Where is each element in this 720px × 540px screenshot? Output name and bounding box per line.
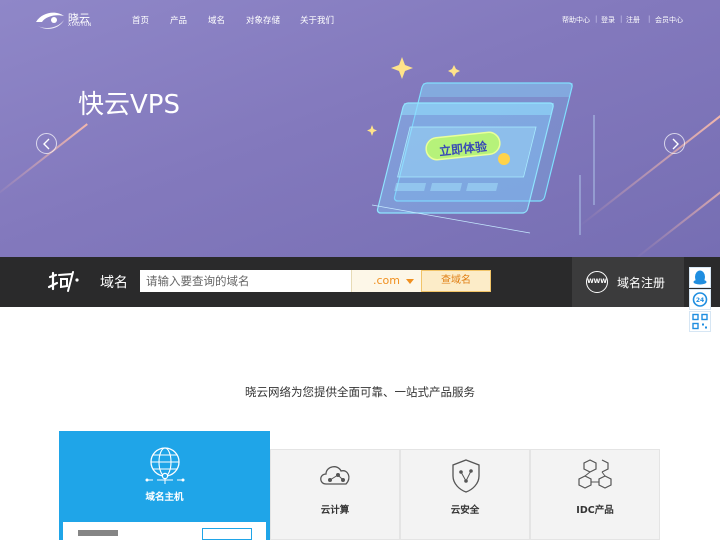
chevron-right-icon: [672, 138, 679, 150]
service-card-cloud-security[interactable]: 云安全: [400, 449, 530, 540]
light-streak: [634, 172, 720, 257]
carousel-prev-button[interactable]: [36, 133, 57, 154]
top-navigation: 晓云 XIAOYUN 首页 产品 域名 对象存储 关于我们 帮助中心 | 登录 …: [0, 0, 720, 36]
nav-about[interactable]: 关于我们: [300, 14, 334, 26]
domain-calligraphy-icon: [47, 271, 79, 292]
util-separator: |: [648, 15, 651, 23]
service-cards: 云计算 云安全 IDC产品 域名主机: [58, 431, 660, 540]
services-heading: 晓云网络为您提供全面可靠、一站式产品服务: [245, 385, 475, 399]
util-separator: |: [595, 15, 598, 23]
nav-object-storage[interactable]: 对象存储: [246, 14, 280, 26]
qq-button[interactable]: [689, 267, 711, 288]
carousel-next-button[interactable]: [664, 133, 685, 154]
service-card-idc[interactable]: IDC产品: [530, 449, 660, 540]
support-24h-button[interactable]: 24: [689, 289, 711, 310]
chevron-left-icon: [43, 138, 50, 150]
domain-suffix-select[interactable]: .com: [351, 270, 421, 292]
shield-icon: [452, 459, 480, 493]
domain-register-label: 域名注册: [617, 276, 666, 290]
cloud-network-icon: [320, 466, 350, 485]
cubes-icon: [578, 459, 612, 489]
service-label: IDC产品: [576, 505, 614, 516]
qrcode-button[interactable]: [689, 311, 711, 332]
domain-search-input[interactable]: [140, 270, 351, 292]
www-icon: WWW: [586, 271, 608, 293]
chevron-down-icon: [406, 279, 414, 284]
service-card-domain-hosting[interactable]: 域名主机: [59, 431, 270, 540]
qrcode-icon: [692, 313, 708, 330]
globe-network-icon: [145, 447, 185, 484]
nav-domains[interactable]: 域名: [208, 14, 225, 26]
search-domain-button[interactable]: 查域名: [421, 270, 491, 292]
nav-products[interactable]: 产品: [170, 14, 187, 26]
service-label: 域名主机: [145, 492, 184, 503]
domain-register-button[interactable]: WWW 域名注册: [572, 257, 684, 307]
service-label: 云安全: [450, 505, 480, 516]
hero-banner: 晓云 XIAOYUN 首页 产品 域名 对象存储 关于我们 帮助中心 | 登录 …: [0, 0, 720, 257]
nav-home[interactable]: 首页: [132, 14, 149, 26]
domain-label: 域名: [100, 275, 128, 291]
xiaoyun-logo-icon: [36, 12, 64, 29]
support-24h-icon: 24: [692, 292, 708, 307]
util-register[interactable]: 注册: [626, 15, 640, 25]
brand-tagline: XIAOYUN: [68, 23, 92, 28]
hero-title: 快云VPS: [78, 90, 180, 120]
util-help[interactable]: 帮助中心: [562, 15, 590, 25]
util-member-center[interactable]: 会员中心: [655, 15, 683, 25]
util-login[interactable]: 登录: [601, 15, 615, 25]
subpanel-text: [78, 530, 118, 536]
service-card-cloud-computing[interactable]: 云计算: [270, 449, 400, 540]
service-label: 云计算: [320, 505, 350, 516]
svg-text:24: 24: [696, 297, 704, 304]
qq-icon: [693, 270, 707, 285]
domain-suffix-value: .com: [373, 274, 400, 287]
util-separator: |: [620, 15, 623, 23]
subpanel-button[interactable]: [202, 528, 252, 540]
domain-hosting-subpanel: [63, 522, 266, 540]
